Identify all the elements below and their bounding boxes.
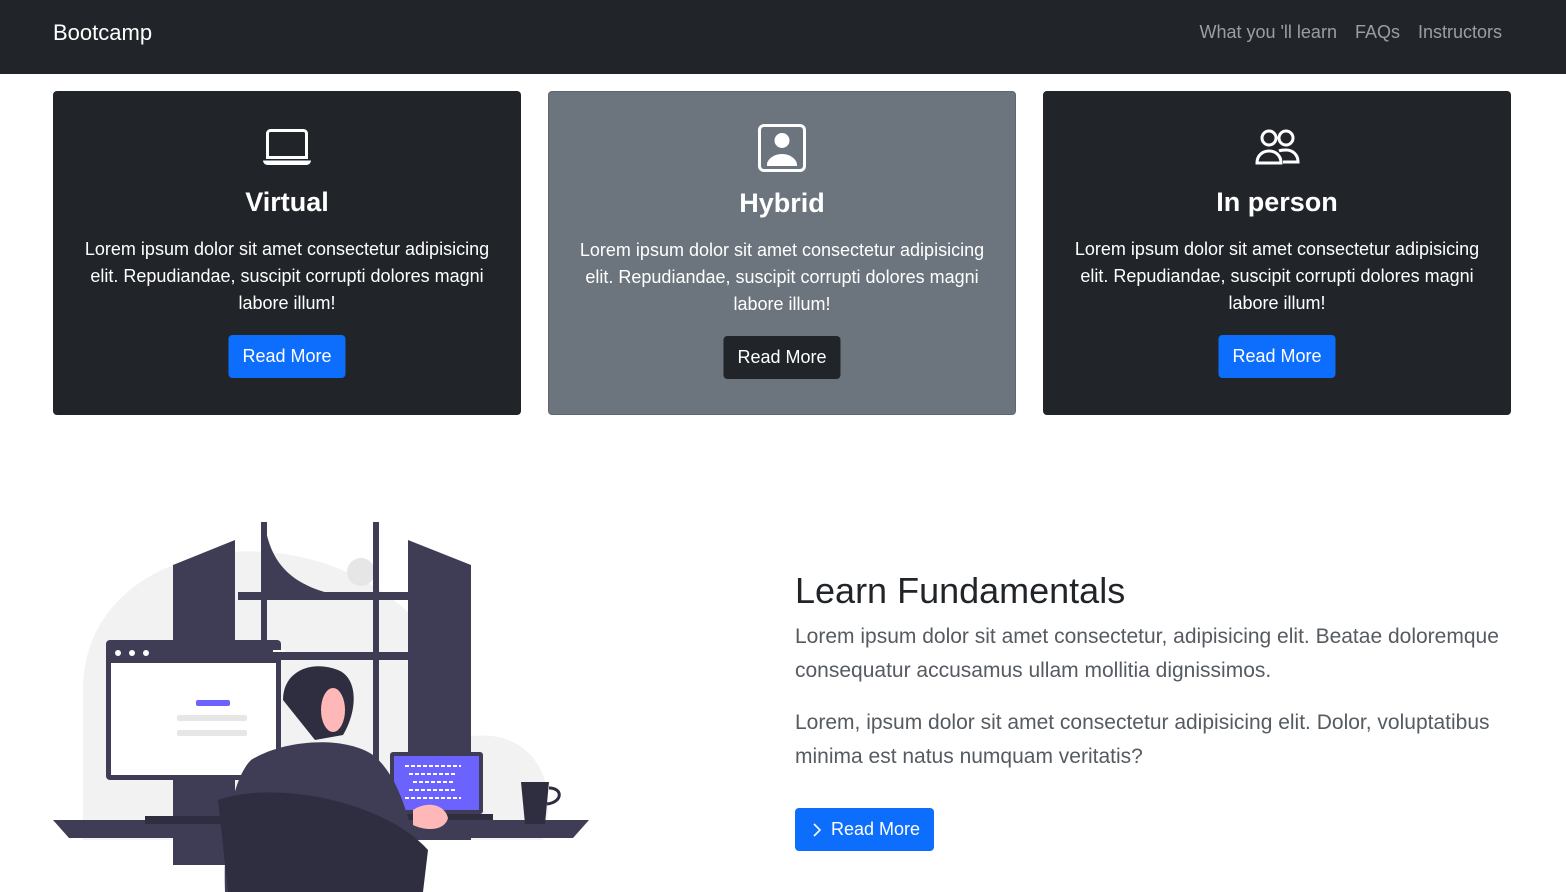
card-title: Hybrid: [739, 188, 825, 218]
person-badge-icon: [758, 124, 806, 172]
section-paragraph: Lorem, ipsum dolor sit amet consectetur …: [795, 711, 1490, 768]
laptop-icon: [263, 129, 311, 165]
card-virtual: Virtual Lorem ipsum dolor sit amet conse…: [53, 91, 521, 415]
developer-illustration: [53, 522, 589, 892]
navbar-brand[interactable]: Bootcamp: [53, 20, 152, 46]
nav-link-instructors[interactable]: Instructors: [1418, 22, 1502, 43]
card-title: In person: [1216, 187, 1338, 217]
card-hybrid: Hybrid Lorem ipsum dolor sit amet consec…: [548, 91, 1016, 415]
learn-read-more-button[interactable]: Read More: [795, 808, 935, 851]
card-text: Lorem ipsum dolor sit amet consectetur a…: [579, 240, 985, 314]
card-text: Lorem ipsum dolor sit amet consectetur a…: [1074, 239, 1480, 313]
navbar: Bootcamp What you 'll learn FAQs Instruc…: [0, 0, 1566, 74]
read-more-button[interactable]: Read More: [723, 336, 841, 379]
people-icon: [1255, 129, 1300, 165]
card-in-person: In person Lorem ipsum dolor sit amet con…: [1043, 91, 1511, 415]
section-paragraph: Lorem ipsum dolor sit amet consectetur, …: [795, 625, 1499, 682]
read-more-button[interactable]: Read More: [228, 335, 346, 378]
card-title: Virtual: [245, 187, 329, 217]
button-label: Read More: [831, 819, 921, 839]
nav-link-faqs[interactable]: FAQs: [1355, 22, 1400, 43]
section-title: Learn Fundamentals: [795, 570, 1126, 611]
nav-link-what-you-learn[interactable]: What you 'll learn: [1199, 22, 1337, 43]
card-text: Lorem ipsum dolor sit amet consectetur a…: [84, 239, 490, 313]
nav-links: What you 'll learn FAQs Instructors: [1199, 22, 1502, 43]
chevron-right-icon: [813, 822, 822, 837]
read-more-button[interactable]: Read More: [1218, 335, 1336, 378]
